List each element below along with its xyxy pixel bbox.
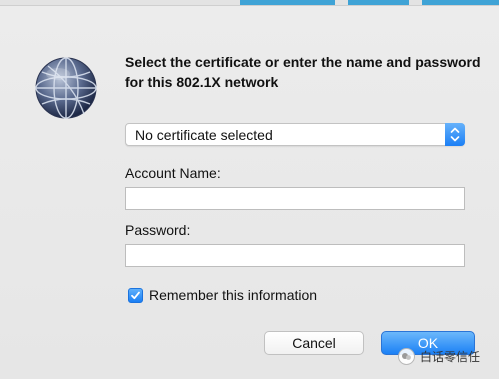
certificate-select[interactable]: No certificate selected	[125, 123, 465, 146]
network-auth-dialog: Select the certificate or enter the name…	[0, 0, 499, 379]
password-field[interactable]	[125, 244, 465, 267]
checkmark-icon	[131, 291, 140, 300]
dialog-heading: Select the certificate or enter the name…	[125, 54, 481, 90]
account-name-field[interactable]	[125, 187, 465, 210]
password-label: Password:	[125, 222, 191, 238]
cancel-button[interactable]: Cancel	[264, 331, 364, 355]
window-top-border	[0, 5, 499, 6]
certificate-select-value: No certificate selected	[135, 127, 273, 143]
chevron-up-down-icon[interactable]	[445, 123, 465, 146]
watermark-text: 白话零信任	[420, 350, 481, 364]
network-globe-icon	[35, 57, 97, 119]
remember-checkbox[interactable]	[128, 288, 143, 303]
wechat-icon	[398, 348, 415, 365]
account-name-label: Account Name:	[125, 165, 221, 181]
remember-checkbox-label: Remember this information	[149, 287, 318, 303]
